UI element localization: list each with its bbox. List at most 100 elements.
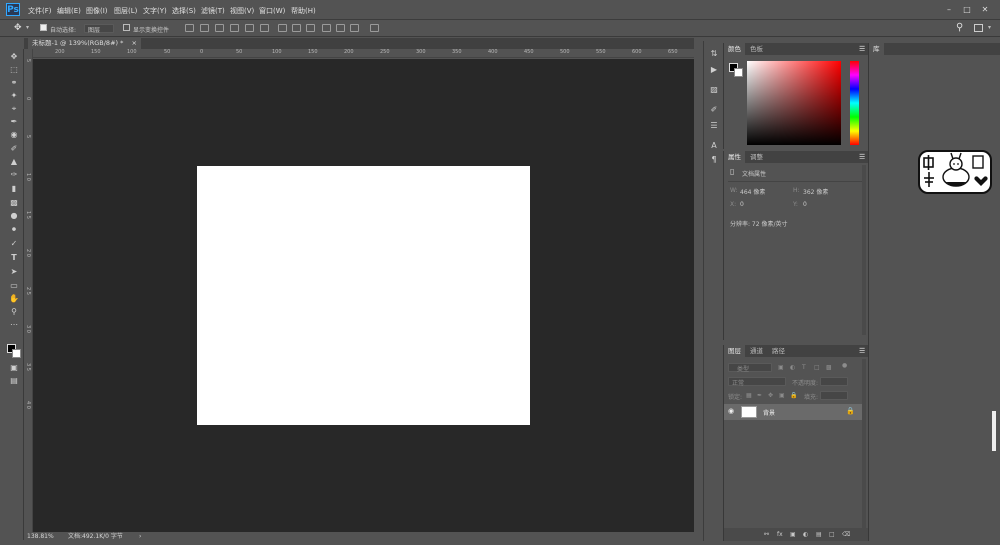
tab-adjustments[interactable]: 调整 bbox=[746, 151, 767, 163]
background-color-swatch[interactable] bbox=[12, 349, 21, 358]
lasso-tool-icon[interactable]: ⚭ bbox=[9, 78, 19, 87]
align-left-icon[interactable] bbox=[230, 24, 239, 32]
tab-close-icon[interactable]: × bbox=[131, 39, 136, 47]
eraser-tool-icon[interactable]: ▮ bbox=[9, 184, 19, 193]
menu-window[interactable]: 窗口(W) bbox=[259, 6, 285, 16]
status-arrow-icon[interactable]: › bbox=[139, 532, 141, 541]
eyedropper-tool-icon[interactable]: ✒ bbox=[9, 117, 19, 126]
menu-filter[interactable]: 滤镜(T) bbox=[201, 6, 225, 16]
document-canvas[interactable] bbox=[197, 166, 530, 425]
height-value[interactable]: 362 像素 bbox=[803, 187, 828, 196]
auto-select-checkbox[interactable] bbox=[40, 24, 47, 31]
scrollbar[interactable] bbox=[992, 411, 996, 451]
screen-mode-icon[interactable]: ▤ bbox=[9, 376, 19, 385]
menu-image[interactable]: 图像(I) bbox=[86, 6, 108, 16]
y-value[interactable]: 0 bbox=[803, 201, 807, 208]
tab-properties[interactable]: 属性 bbox=[724, 151, 745, 163]
layer-filter-dropdown[interactable]: 类型 bbox=[728, 363, 772, 373]
filter-adjust-icon[interactable]: ◐ bbox=[790, 364, 795, 371]
history-brush-tool-icon[interactable]: ✑ bbox=[9, 170, 19, 179]
search-icon[interactable]: ⚲ bbox=[956, 22, 963, 33]
lock-artboard-icon[interactable]: ▣ bbox=[779, 392, 785, 399]
move-tool-icon[interactable]: ✥ bbox=[14, 23, 22, 33]
distribute-right-icon[interactable] bbox=[350, 24, 359, 32]
blend-mode-dropdown[interactable]: 正常 bbox=[728, 377, 786, 387]
align-hcenter-icon[interactable] bbox=[245, 24, 254, 32]
history-icon[interactable]: ⇅ bbox=[709, 49, 719, 59]
distribute-left-icon[interactable] bbox=[322, 24, 331, 32]
new-group-icon[interactable]: ▤ bbox=[816, 531, 822, 538]
filter-smart-icon[interactable]: ▩ bbox=[826, 364, 832, 371]
new-layer-icon[interactable]: □ bbox=[829, 531, 835, 538]
blur-tool-icon[interactable]: ● bbox=[9, 211, 19, 220]
menu-layer[interactable]: 图层(L) bbox=[114, 6, 137, 16]
color-picker-field[interactable] bbox=[747, 61, 841, 145]
distribute-bottom-icon[interactable] bbox=[306, 24, 315, 32]
tab-swatches[interactable]: 色板 bbox=[746, 43, 767, 55]
stamp-tool-icon[interactable]: ▲ bbox=[9, 157, 19, 166]
align-bottom-icon[interactable] bbox=[215, 24, 224, 32]
healing-tool-icon[interactable]: ◉ bbox=[9, 130, 19, 139]
workspace-icon[interactable] bbox=[974, 24, 983, 32]
filter-pixel-icon[interactable]: ▣ bbox=[778, 364, 784, 371]
menu-type[interactable]: 文字(Y) bbox=[143, 6, 167, 16]
gradient-tool-icon[interactable]: ▩ bbox=[9, 198, 19, 207]
link-layers-icon[interactable]: ⚯ bbox=[764, 531, 769, 538]
auto-align-icon[interactable] bbox=[370, 24, 379, 32]
tab-channels[interactable]: 通道 bbox=[746, 345, 767, 357]
quick-select-tool-icon[interactable]: ✦ bbox=[9, 91, 19, 100]
minimize-icon[interactable]: – bbox=[944, 5, 954, 15]
pen-tool-icon[interactable]: ✓ bbox=[9, 239, 19, 248]
menu-help[interactable]: 帮助(H) bbox=[291, 6, 316, 16]
canvas-area[interactable] bbox=[33, 59, 694, 532]
panel-menu-icon[interactable]: ☰ bbox=[859, 45, 865, 53]
lock-pixels-icon[interactable]: ✒ bbox=[757, 392, 762, 399]
marquee-tool-icon[interactable]: ⬚ bbox=[9, 65, 19, 74]
menu-edit[interactable]: 编辑(E) bbox=[57, 6, 81, 16]
clone-source-icon[interactable]: ▨ bbox=[709, 85, 719, 95]
brushes-icon[interactable]: ☰ bbox=[709, 121, 719, 131]
workspace-chevron-icon[interactable]: ▾ bbox=[988, 24, 991, 31]
path-select-tool-icon[interactable]: ➤ bbox=[9, 267, 19, 276]
tab-color[interactable]: 颜色 bbox=[724, 43, 745, 55]
tab-libraries[interactable]: 库 bbox=[869, 43, 884, 55]
fill-field[interactable] bbox=[820, 391, 848, 400]
hue-slider[interactable] bbox=[850, 61, 859, 145]
distribute-top-icon[interactable] bbox=[278, 24, 287, 32]
close-icon[interactable]: ✕ bbox=[980, 5, 990, 15]
lock-position-icon[interactable]: ✥ bbox=[768, 392, 773, 399]
auto-select-dropdown[interactable]: 图层 bbox=[84, 24, 114, 34]
character-icon[interactable]: A bbox=[709, 141, 719, 151]
adjustment-layer-icon[interactable]: ◐ bbox=[803, 531, 808, 538]
menu-view[interactable]: 视图(V) bbox=[230, 6, 254, 16]
show-transform-checkbox[interactable] bbox=[123, 24, 130, 31]
fx-icon[interactable]: fx bbox=[777, 531, 783, 538]
panel-menu-icon[interactable]: ☰ bbox=[859, 153, 865, 161]
document-tab[interactable]: 未标题-1 @ 139%(RGB/8#) * × bbox=[28, 38, 141, 49]
chevron-down-icon[interactable]: ▾ bbox=[26, 24, 29, 31]
layer-row[interactable]: ◉ 背景 🔒 bbox=[724, 404, 862, 420]
zoom-level[interactable]: 138.81% bbox=[27, 532, 54, 541]
layer-name[interactable]: 背景 bbox=[763, 408, 775, 417]
opacity-field[interactable] bbox=[820, 377, 848, 386]
distribute-hcenter-icon[interactable] bbox=[336, 24, 345, 32]
dodge-tool-icon[interactable]: ⚫ bbox=[9, 225, 19, 234]
lock-all-icon[interactable]: 🔒 bbox=[790, 392, 797, 399]
menu-select[interactable]: 选择(S) bbox=[172, 6, 196, 16]
filter-type-icon[interactable]: T bbox=[802, 364, 806, 371]
filter-toggle-icon[interactable]: ● bbox=[842, 362, 847, 369]
filter-shape-icon[interactable]: □ bbox=[814, 364, 820, 371]
move-tool-icon[interactable]: ✥ bbox=[9, 52, 19, 61]
hand-tool-icon[interactable]: ✋ bbox=[9, 294, 19, 303]
actions-play-icon[interactable]: ▶ bbox=[709, 65, 719, 75]
lock-transparent-icon[interactable]: ▦ bbox=[746, 392, 752, 399]
align-top-icon[interactable] bbox=[185, 24, 194, 32]
align-right-icon[interactable] bbox=[260, 24, 269, 32]
paragraph-icon[interactable]: ¶ bbox=[709, 155, 719, 165]
zoom-tool-icon[interactable]: ⚲ bbox=[9, 307, 19, 316]
align-vcenter-icon[interactable] bbox=[200, 24, 209, 32]
type-tool-icon[interactable]: T bbox=[9, 253, 19, 262]
menu-file[interactable]: 文件(F) bbox=[28, 6, 52, 16]
maximize-icon[interactable]: □ bbox=[962, 5, 972, 15]
distribute-vcenter-icon[interactable] bbox=[292, 24, 301, 32]
